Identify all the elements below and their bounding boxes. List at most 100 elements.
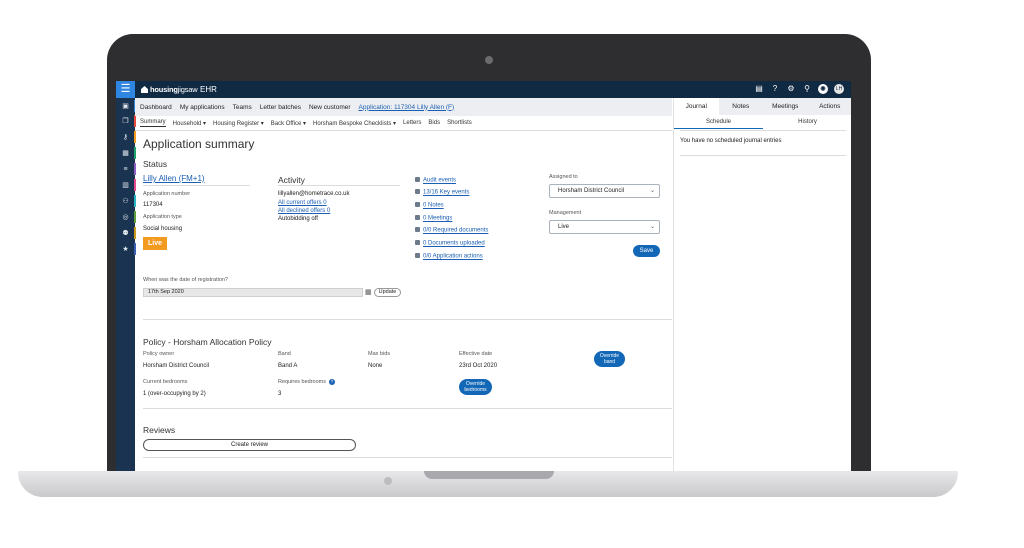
tab-shortlists[interactable]: Shortlists [447, 120, 472, 126]
reviews-heading: Reviews [143, 425, 176, 435]
documents-uploaded-link[interactable]: 0 Documents uploaded [415, 240, 535, 247]
override-bedrooms-button[interactable]: Override bedrooms [459, 379, 492, 395]
key-icon[interactable]: ⚷ [116, 131, 135, 144]
notes-link[interactable]: 0 Notes [415, 202, 535, 209]
current-bedrooms-label: Current bedrooms [143, 379, 188, 385]
current-bedrooms: 1 (over-occupying by 2) [143, 391, 206, 397]
applicant-name-link[interactable]: Lilly Allen (FM+1) [143, 174, 205, 183]
assigned-to-label: Assigned to [549, 174, 578, 180]
band-label: Band [278, 351, 291, 357]
gear-icon[interactable]: ⚙ [786, 84, 796, 94]
people-icon[interactable]: ⚇ [116, 195, 135, 208]
update-button[interactable]: Update [374, 288, 401, 297]
search-icon[interactable]: ⚲ [802, 84, 812, 94]
policy-heading: Policy - Horsham Allocation Policy [143, 337, 272, 347]
declined-offers-link[interactable]: All declined offers 0 [278, 208, 330, 214]
policy-owner-label: Policy owner [143, 351, 175, 357]
effective-date-label: Effective date [459, 351, 493, 357]
max-bids-label: Max bids [368, 351, 391, 357]
management-value: Live [558, 224, 570, 230]
current-offers-link[interactable]: All current offers 0 [278, 200, 327, 206]
journal-subtabs: Schedule History [674, 116, 851, 129]
app-type: Social housing [143, 226, 183, 232]
laptop-notch [424, 471, 554, 479]
journal-empty-message: You have no scheduled journal entries [680, 138, 782, 144]
nav-current-application[interactable]: Application: 117304 Lilly Allen (F) [359, 104, 455, 111]
assigned-to-select[interactable]: Horsham District Council ⌄ [549, 184, 660, 198]
profile-icon[interactable]: LH [834, 84, 844, 94]
management-select[interactable]: Live ⌄ [549, 220, 660, 234]
nav-letter-batches[interactable]: Letter batches [260, 104, 301, 111]
help-icon[interactable]: ? [329, 379, 335, 385]
max-bids-value: None [368, 363, 383, 369]
save-button[interactable]: Save [633, 245, 660, 257]
calendar-icon[interactable]: ▦ [365, 288, 372, 296]
status-heading: Status [143, 159, 168, 169]
registration-question: When was the date of registration? [143, 277, 228, 283]
webcam [485, 56, 493, 64]
tab-back-office[interactable]: Back Office ▾ [271, 120, 306, 127]
app-type-label: Application type [143, 214, 182, 220]
app-number-label: Application number [143, 191, 191, 197]
document-icon[interactable]: ▤ [754, 84, 764, 94]
nav-accent-bar [134, 211, 136, 223]
tab-meetings[interactable]: Meetings [763, 98, 808, 115]
tab-housing-register[interactable]: Housing Register ▾ [213, 120, 264, 127]
top-icons: ▤ ? ⚙ ⚲ ◉ LH [754, 84, 844, 94]
registration-date-field[interactable]: 17th Sep 2020 [143, 288, 363, 297]
status-badge: Live [143, 237, 167, 250]
id-card-icon[interactable]: ▦ [116, 147, 135, 160]
tab-bids[interactable]: Bids [428, 120, 440, 126]
divider [143, 319, 672, 320]
management-label: Management [549, 210, 582, 216]
user-circle-icon[interactable]: ◉ [818, 84, 828, 94]
tab-notes[interactable]: Notes [719, 98, 764, 115]
nav-accent-bar [134, 195, 136, 207]
laptop-indicator [384, 477, 392, 485]
folder-icon [415, 202, 420, 207]
nav-dashboard[interactable]: Dashboard [140, 104, 172, 111]
audit-events-link[interactable]: Audit events [415, 177, 535, 184]
star-icon[interactable]: ★ [116, 243, 135, 256]
nav-teams[interactable]: Teams [233, 104, 252, 111]
list-icon[interactable]: ≡ [116, 163, 135, 176]
tab-household[interactable]: Household ▾ [173, 120, 206, 127]
nav-my-applications[interactable]: My applications [180, 104, 225, 111]
help-icon[interactable]: ? [770, 84, 780, 94]
tab-actions[interactable]: Actions [808, 98, 852, 115]
tab-journal[interactable]: Journal [674, 98, 719, 115]
divider [680, 130, 846, 131]
application-actions-link[interactable]: 0/0 Application actions [415, 253, 535, 260]
team-icon[interactable]: ⚉ [116, 227, 135, 240]
override-band-button[interactable]: Override band [594, 351, 625, 367]
building-icon[interactable]: ▥ [116, 179, 135, 192]
subtab-history[interactable]: History [763, 116, 851, 129]
primary-nav: Dashboard My applications Teams Letter b… [140, 100, 462, 114]
nav-accent-bar [134, 131, 136, 143]
key-icon [415, 189, 420, 194]
effective-date: 23rd Oct 2020 [459, 363, 498, 369]
requires-bedrooms: 3 [278, 391, 282, 397]
requires-bedrooms-label: Requires bedrooms? [278, 379, 335, 385]
calendar-icon [415, 215, 420, 220]
subtab-schedule[interactable]: Schedule [674, 116, 763, 129]
target-icon[interactable]: ◎ [116, 211, 135, 224]
divider [143, 457, 672, 458]
tab-letters[interactable]: Letters [403, 120, 421, 126]
nav-accent-bar [134, 163, 136, 175]
tab-summary[interactable]: Summary [140, 119, 166, 127]
divider [143, 185, 250, 186]
chevron-down-icon: ⌄ [649, 188, 655, 194]
hamburger-menu-icon[interactable]: ☰ [116, 81, 135, 98]
nav-accent-bar [134, 243, 136, 255]
tab-bespoke-checklists[interactable]: Horsham Bespoke Checklists ▾ [313, 120, 396, 127]
create-review-button[interactable]: Create review [143, 439, 356, 451]
key-events-link[interactable]: 13/16 Key events [415, 189, 535, 196]
required-documents-link[interactable]: 0/0 Required documents [415, 227, 535, 234]
top-bar: ☰ housingjigsaw EHR ▤ ? ⚙ ⚲ ◉ LH [116, 81, 851, 98]
meetings-link[interactable]: 0 Meetings [415, 215, 535, 222]
layers-icon[interactable]: ❐ [116, 115, 135, 128]
nav-accent-bar [134, 147, 136, 159]
dashboard-icon[interactable]: ▣ [116, 100, 135, 113]
nav-new-customer[interactable]: New customer [309, 104, 351, 111]
